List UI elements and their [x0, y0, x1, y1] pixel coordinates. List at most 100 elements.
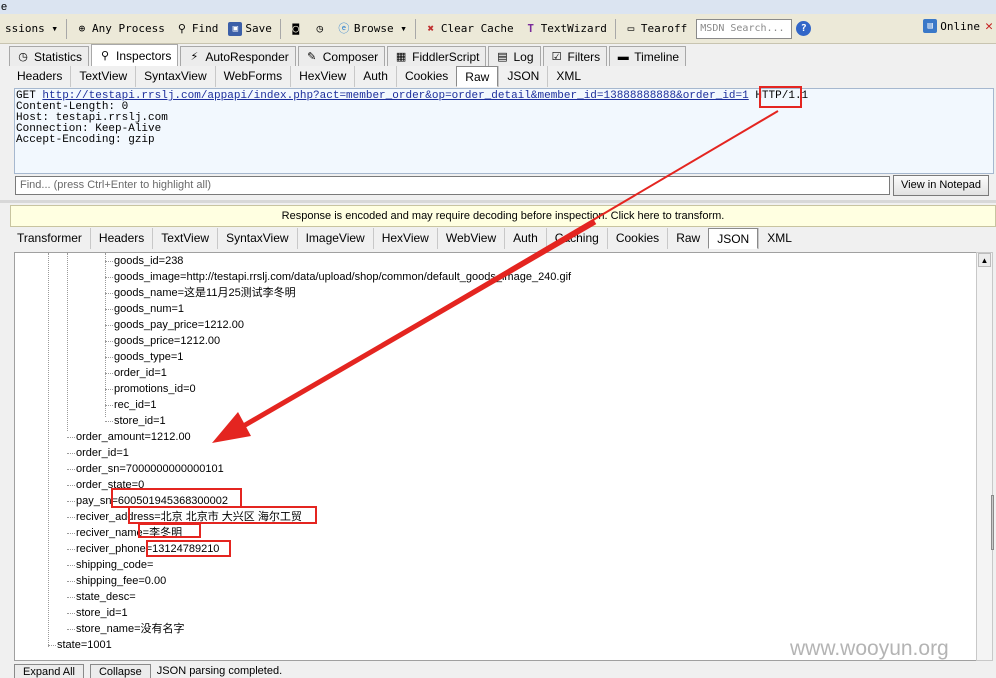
tree-node-order-field[interactable]: shipping_code= [76, 557, 153, 573]
tree-node-order-field[interactable]: store_name=没有名字 [76, 621, 185, 637]
toolbar-separator [65, 18, 67, 39]
tree-node-goods-field[interactable]: store_id=1 [114, 413, 166, 429]
tab-hexview[interactable]: HexView [290, 66, 354, 87]
tab-cookies[interactable]: Cookies [606, 228, 667, 249]
close-icon[interactable]: ✕ [985, 19, 993, 34]
browse-button[interactable]: ⓔ Browse ▾ [332, 18, 412, 40]
tab-caching[interactable]: Caching [545, 228, 607, 249]
tree-node-goods-field[interactable]: goods_id=238 [114, 253, 183, 269]
tab-composer[interactable]: ✎ Composer [297, 46, 386, 66]
tab-raw[interactable]: Raw [667, 228, 708, 249]
request-url-link[interactable]: http://testapi.rrslj.com/appapi/index.ph… [42, 90, 748, 102]
scroll-up-icon[interactable]: ▲ [978, 253, 991, 267]
textwizard-button[interactable]: T TextWizard [519, 18, 612, 40]
order-id-highlight-box [759, 86, 802, 108]
tab-headers[interactable]: Headers [89, 228, 152, 249]
tab-imageview[interactable]: ImageView [296, 228, 373, 249]
tree-node-goods-field[interactable]: goods_name=这是11月25测试李冬明 [114, 285, 296, 301]
tree-guide-line [67, 517, 75, 518]
tree-node-state[interactable]: state=1001 [57, 637, 112, 653]
tree-node-order-field[interactable]: order_amount=1212.00 [76, 429, 191, 445]
disk-icon: ▣ [228, 21, 243, 36]
tree-guide-line [67, 565, 75, 566]
tree-node-goods-field[interactable]: rec_id=1 [114, 397, 157, 413]
tearoff-icon: ▭ [627, 21, 635, 35]
tab-cookies[interactable]: Cookies [395, 66, 456, 87]
tree-node-order-field[interactable]: state_desc= [76, 589, 136, 605]
tab-textview[interactable]: TextView [70, 66, 135, 87]
tab-transformer[interactable]: Transformer [9, 228, 90, 249]
tree-guide-line [67, 549, 75, 550]
clear-cache-button[interactable]: ✖ Clear Cache [419, 18, 519, 40]
toolbar-separator [414, 18, 416, 39]
request-raw-text[interactable]: GET http://testapi.rrslj.com/appapi/inde… [14, 88, 994, 174]
any-process-button[interactable]: ⊕ Any Process [70, 18, 170, 40]
tab-autoresponder[interactable]: ⚡ AutoResponder [180, 46, 296, 66]
save-button[interactable]: ▣ Save [223, 18, 277, 40]
tree-node-order-field[interactable]: shipping_fee=0.00 [76, 573, 166, 589]
tree-node-order-field[interactable]: order_sn=7000000000000101 [76, 461, 224, 477]
tab-json[interactable]: JSON [708, 228, 759, 249]
timeline-icon: ▬ [617, 50, 629, 63]
tree-node-order-field[interactable]: store_id=1 [76, 605, 128, 621]
msdn-search-input[interactable]: MSDN Search... [696, 18, 793, 39]
tab-xml[interactable]: XML [758, 228, 800, 249]
tree-node-goods-field[interactable]: promotions_id=0 [114, 381, 196, 397]
tab-headers[interactable]: Headers [9, 66, 70, 87]
tree-guide-line [105, 389, 113, 390]
scrollbar-thumb[interactable] [991, 495, 994, 550]
sessions-menu[interactable]: ssions ▾ [0, 18, 63, 40]
expand-all-button[interactable]: Expand All [14, 664, 84, 678]
tree-guide-line [105, 341, 113, 342]
tree-node-goods-field[interactable]: order_id=1 [114, 365, 167, 381]
tree-guide-line [105, 261, 113, 262]
ie-icon: ⓔ [338, 21, 350, 35]
tree-node-goods-field[interactable]: goods_num=1 [114, 301, 184, 317]
online-indicator[interactable]: ▤ Online [923, 19, 980, 33]
tab-statistics[interactable]: ◷ Statistics [9, 46, 90, 66]
find-input[interactable]: Find... (press Ctrl+Enter to highlight a… [15, 176, 890, 195]
tree-guide-line [105, 357, 113, 358]
tree-node-goods-field[interactable]: goods_pay_price=1212.00 [114, 317, 244, 333]
tab-syntaxview[interactable]: SyntaxView [217, 228, 296, 249]
timer-button[interactable]: ◷ [308, 18, 332, 40]
tab-hexview[interactable]: HexView [372, 228, 437, 249]
tab-textview[interactable]: TextView [152, 228, 217, 249]
tree-guide-line [67, 613, 75, 614]
tree-node-goods-field[interactable]: goods_type=1 [114, 349, 183, 365]
tree-node-goods-field[interactable]: goods_price=1212.00 [114, 333, 220, 349]
json-tree-view[interactable]: goods_id=238 goods_image=http://testapi.r… [14, 252, 977, 661]
tab-json[interactable]: JSON [498, 66, 547, 87]
tree-guide-line [67, 597, 75, 598]
tree-node-goods-field[interactable]: goods_image=http://testapi.rrslj.com/dat… [114, 269, 571, 285]
tab-auth[interactable]: Auth [354, 66, 396, 87]
tab-timeline[interactable]: ▬ Timeline [609, 46, 687, 66]
tab-xml[interactable]: XML [547, 66, 589, 87]
response-encoded-notice[interactable]: Response is encoded and may require deco… [10, 205, 996, 227]
screenshot-button[interactable]: ◙ [284, 18, 308, 40]
tab-label: Filters [567, 49, 601, 64]
tree-vertical-scrollbar[interactable]: ▲ [976, 252, 994, 661]
tab-log[interactable]: ▤ Log [488, 46, 541, 66]
pane-splitter[interactable] [0, 200, 996, 203]
find-label: Find [191, 22, 219, 35]
collapse-button[interactable]: Collapse [89, 664, 151, 678]
help-icon[interactable]: ? [796, 21, 812, 36]
tab-webforms[interactable]: WebForms [214, 66, 290, 87]
tree-guide-line [67, 485, 75, 486]
tab-fiddlerscript[interactable]: ▦ FiddlerScript [387, 46, 487, 66]
tearoff-button[interactable]: ▭ Tearoff [619, 18, 692, 40]
tab-filters[interactable]: ☑ Filters [542, 46, 608, 66]
tree-node-order-field[interactable]: order_id=1 [76, 445, 129, 461]
tab-auth[interactable]: Auth [504, 228, 546, 249]
find-button[interactable]: ⚲ Find [170, 18, 224, 40]
toolbar-separator [279, 18, 281, 39]
view-in-notepad-button[interactable]: View in Notepad [893, 175, 989, 196]
tab-inspectors[interactable]: ⚲ Inspectors [91, 44, 179, 66]
tab-webview[interactable]: WebView [436, 228, 504, 249]
tab-raw[interactable]: Raw [456, 66, 499, 87]
checkbox-icon: ☑ [551, 50, 562, 63]
network-icon: ▤ [923, 19, 938, 33]
request-header-line: Accept-Encoding: gzip [16, 134, 155, 146]
tab-syntaxview[interactable]: SyntaxView [135, 66, 214, 87]
